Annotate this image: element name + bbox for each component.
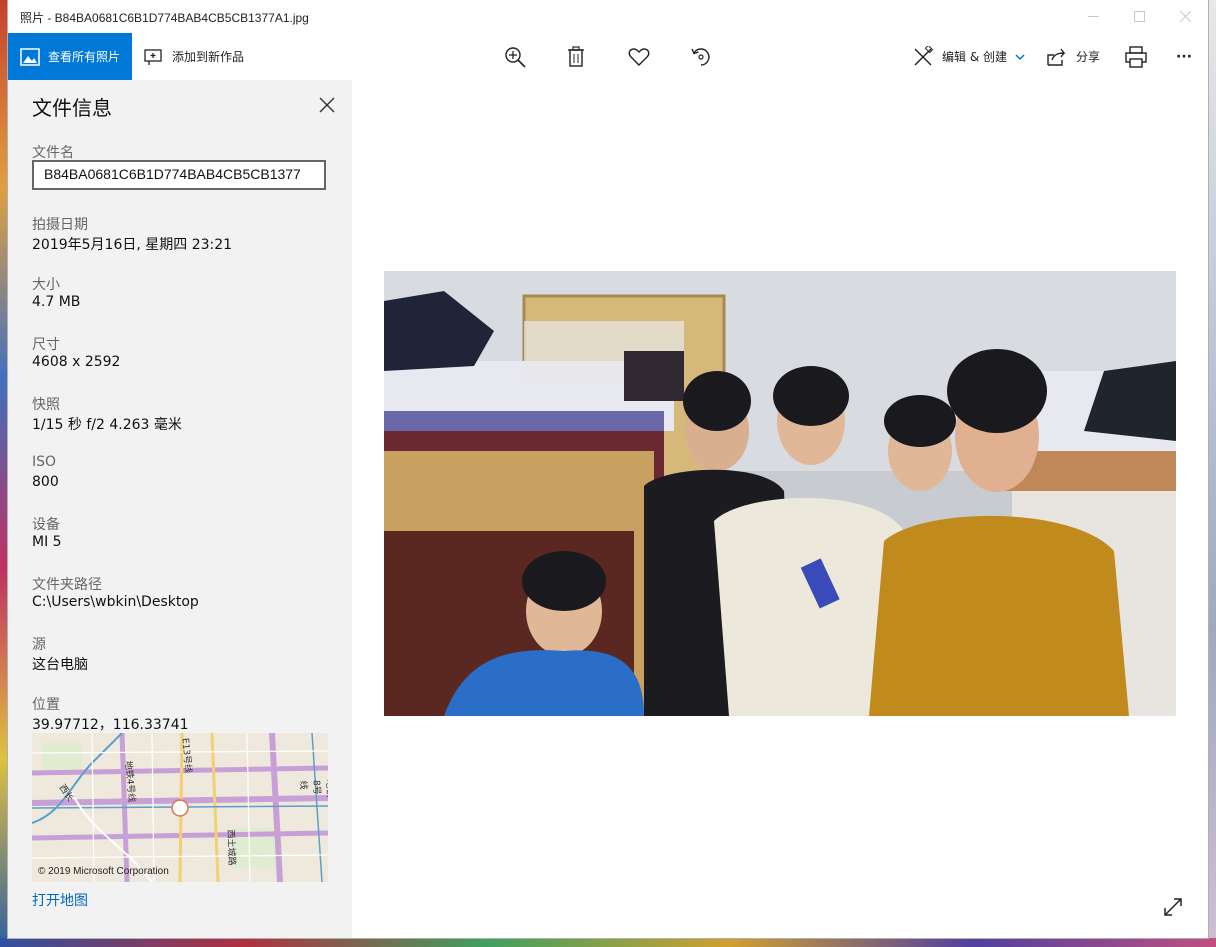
device-value: MI 5 (32, 534, 62, 550)
map-copyright: © 2019 Microsoft Corporation (38, 866, 169, 877)
close-icon (319, 97, 335, 113)
map-road-label-5: 地铁8号线 (297, 779, 328, 798)
printer-icon (1125, 46, 1147, 68)
print-button[interactable] (1124, 45, 1148, 69)
location-map[interactable]: 西长 地铁4号线 E13号线 西土城路 地铁8号线 © 2019 Microso… (32, 733, 328, 882)
open-map-link[interactable]: 打开地图 (32, 890, 88, 910)
size-value: 4.7 MB (32, 294, 81, 310)
snapshot-value: 1/15 秒 f/2 4.263 毫米 (32, 417, 182, 433)
dimensions-value: 4608 x 2592 (32, 354, 121, 370)
date-label: 拍摄日期 (32, 217, 88, 233)
rotate-button[interactable] (689, 45, 713, 69)
device-label: 设备 (32, 517, 60, 533)
edit-create-icon (912, 45, 934, 68)
source-value: 这台电脑 (32, 657, 88, 673)
snapshot-label: 快照 (32, 397, 60, 413)
trash-icon (568, 46, 584, 67)
location-value: 39.97712，116.33741 (32, 717, 189, 733)
folder-path-value: C:\Users\wbkin\Desktop (32, 594, 199, 610)
filename-field[interactable]: B84BA0681C6B1D774BAB4CB5CB1377 (32, 160, 326, 190)
photos-icon (20, 47, 40, 66)
close-window-button[interactable] (1162, 0, 1208, 33)
maximize-button[interactable] (1116, 0, 1162, 33)
location-label: 位置 (32, 697, 60, 713)
expand-icon (1164, 898, 1182, 916)
share-button[interactable]: 分享 (1046, 33, 1100, 80)
title-bar: 照片 - B84BA0681C6B1D774BAB4CB5CB1377A1.jp… (8, 0, 1208, 33)
file-info-title: 文件信息 (32, 96, 112, 120)
iso-value: 800 (32, 474, 59, 490)
file-info-panel: 文件信息 文件名 B84BA0681C6B1D774BAB4CB5CB1377 … (8, 80, 352, 938)
size-label: 大小 (32, 277, 60, 293)
filename-label: 文件名 (32, 145, 74, 161)
minimize-icon (1087, 16, 1099, 17)
fullscreen-button[interactable] (1162, 896, 1184, 918)
close-icon (1179, 11, 1191, 22)
date-value: 2019年5月16日, 星期四 23:21 (32, 237, 233, 253)
view-all-label: 查看所有照片 (48, 50, 121, 64)
more-options-button[interactable]: ··· (1172, 45, 1196, 69)
desktop-taskbar-edge (0, 938, 1216, 947)
delete-button[interactable] (564, 45, 588, 69)
toolbar: 查看所有照片 添加到新作品 编辑 & 创建 分享 ··· (8, 33, 1208, 80)
share-icon (1046, 47, 1068, 67)
map-graphic (32, 733, 328, 882)
maximize-icon (1133, 11, 1145, 22)
photo-content (384, 271, 1176, 716)
add-to-creation-button[interactable]: 添加到新作品 (144, 33, 244, 80)
close-panel-button[interactable] (318, 96, 336, 114)
dimensions-label: 尺寸 (32, 337, 60, 353)
edit-create-button[interactable]: 编辑 & 创建 (912, 33, 1025, 80)
desktop-background-left (0, 0, 8, 947)
chevron-down-icon (1015, 53, 1025, 61)
zoom-button[interactable] (503, 45, 527, 69)
share-label: 分享 (1076, 50, 1101, 64)
add-to-creation-icon (144, 48, 164, 66)
photo-image[interactable] (384, 271, 1176, 716)
add-to-creation-label: 添加到新作品 (172, 50, 245, 64)
view-all-photos-button[interactable]: 查看所有照片 (8, 33, 132, 80)
map-road-label-4: 西土城路 (224, 829, 237, 866)
folder-path-label: 文件夹路径 (32, 577, 102, 593)
source-label: 源 (32, 637, 46, 653)
more-icon: ··· (1176, 49, 1192, 65)
window-title: 照片 - B84BA0681C6B1D774BAB4CB5CB1377A1.jp… (20, 11, 309, 25)
iso-label: ISO (32, 454, 57, 470)
photos-window: 照片 - B84BA0681C6B1D774BAB4CB5CB1377A1.jp… (8, 0, 1208, 938)
zoom-in-icon (505, 47, 526, 68)
minimize-button[interactable] (1070, 0, 1116, 33)
favorite-button[interactable] (627, 45, 651, 69)
desktop-background-right (1208, 0, 1216, 947)
rotate-icon (691, 48, 710, 66)
heart-icon (628, 48, 650, 66)
edit-create-label: 编辑 & 创建 (942, 50, 1007, 64)
